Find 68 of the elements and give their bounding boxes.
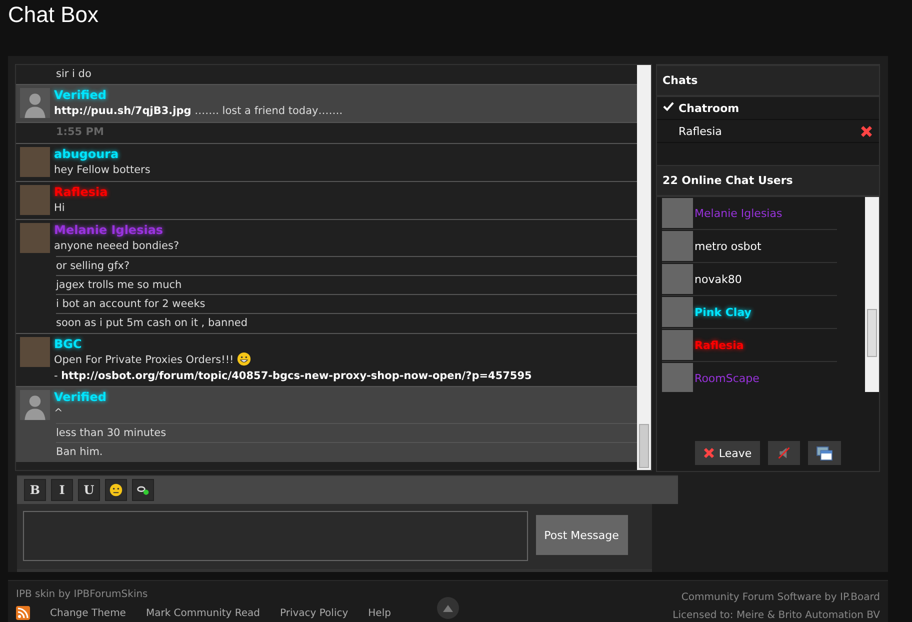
post-message-button[interactable]: Post Message xyxy=(536,515,628,555)
user-name[interactable]: Raflesia xyxy=(54,185,633,200)
message-link[interactable]: - http://osbot.org/forum/topic/40857-bgcs-new-proxy-shop-now-open/?p=457595 xyxy=(54,368,633,384)
message-line: i bot an account for 2 weeks xyxy=(16,295,637,314)
photo-placeholder xyxy=(662,363,693,392)
leave-button[interactable]: Leave xyxy=(694,441,760,465)
photo-placeholder xyxy=(662,264,693,294)
user-name[interactable]: BGC xyxy=(54,337,633,352)
message-text: http://puu.sh/7qjB3.jpg ……. lost a friend today……. xyxy=(54,105,343,117)
user-name[interactable]: Verified xyxy=(54,390,633,405)
photo-placeholder xyxy=(20,147,50,177)
muted-speaker-icon xyxy=(776,446,791,460)
software-credit: Community Forum Software by IP.Board xyxy=(680,591,880,605)
chat-tab[interactable]: Chatroom xyxy=(656,97,879,120)
message-text: Open For Private Proxies Orders!!! xyxy=(54,354,234,366)
photo-placeholder xyxy=(20,185,50,215)
online-user[interactable]: Pink Clay xyxy=(662,296,837,329)
message-line: or selling gfx? xyxy=(16,257,637,276)
footer-link[interactable]: Help xyxy=(368,608,391,618)
message-text: Hi xyxy=(54,202,65,214)
windows-icon xyxy=(816,446,833,460)
photo-placeholder xyxy=(662,231,693,261)
format-button[interactable]: U xyxy=(78,479,100,501)
page-title: Chat Box xyxy=(7,1,100,29)
user-name[interactable]: Verified xyxy=(54,88,633,103)
smiley-icon xyxy=(109,483,123,497)
message-input[interactable] xyxy=(23,511,528,561)
message-line: jagex trolls me so much xyxy=(16,276,637,295)
message-text: hey Fellow botters xyxy=(54,164,150,176)
user-name[interactable]: abugoura xyxy=(54,147,633,162)
format-button[interactable]: B xyxy=(24,479,46,501)
link-button[interactable] xyxy=(132,479,154,501)
avatar-silhouette-icon xyxy=(20,390,50,420)
message-text: anyone neeed bondies? xyxy=(54,240,180,252)
scrollbar[interactable] xyxy=(636,65,651,470)
scrollbar[interactable] xyxy=(865,197,879,392)
photo-placeholder xyxy=(662,297,693,327)
avatar-silhouette-icon xyxy=(20,88,50,118)
photo-placeholder xyxy=(20,223,50,253)
back-to-top-button[interactable] xyxy=(437,597,459,619)
chat-tab[interactable]: Raflesia xyxy=(656,120,879,143)
format-button[interactable]: I xyxy=(51,479,73,501)
mute-button[interactable] xyxy=(768,441,800,465)
photo-placeholder xyxy=(662,198,693,228)
close-icon[interactable] xyxy=(860,124,873,138)
chats-header: Chats xyxy=(656,65,879,97)
footer-link[interactable]: Change Theme xyxy=(50,608,126,618)
photo-placeholder xyxy=(20,337,50,367)
online-user[interactable]: novak80 xyxy=(662,263,837,296)
online-users-header: 22 Online Chat Users xyxy=(656,165,879,197)
footer-link[interactable]: Privacy Policy xyxy=(280,608,348,618)
online-user[interactable]: metro osbot xyxy=(662,230,837,263)
timestamp: 1:55 PM xyxy=(16,122,637,143)
license-text: Licensed to: Meire & Brito Automation BV xyxy=(672,609,880,622)
online-user[interactable]: Raflesia xyxy=(662,329,837,362)
chat-name: Raflesia xyxy=(678,124,722,138)
message-line: soon as i put 5m cash on it , banned xyxy=(16,314,637,333)
chat-name: Chatroom xyxy=(678,102,740,114)
skin-credit: IPB skin by IPBForumSkins xyxy=(16,589,149,600)
emoticon-button[interactable] xyxy=(105,479,127,501)
rss-icon[interactable] xyxy=(16,606,30,620)
up-arrow-icon xyxy=(443,604,453,612)
check-icon xyxy=(662,101,674,112)
windows-button[interactable] xyxy=(808,441,841,465)
close-icon xyxy=(702,447,715,459)
message-text: ^ xyxy=(54,407,63,419)
footer-link[interactable]: Mark Community Read xyxy=(146,608,260,618)
photo-placeholder xyxy=(662,330,693,360)
